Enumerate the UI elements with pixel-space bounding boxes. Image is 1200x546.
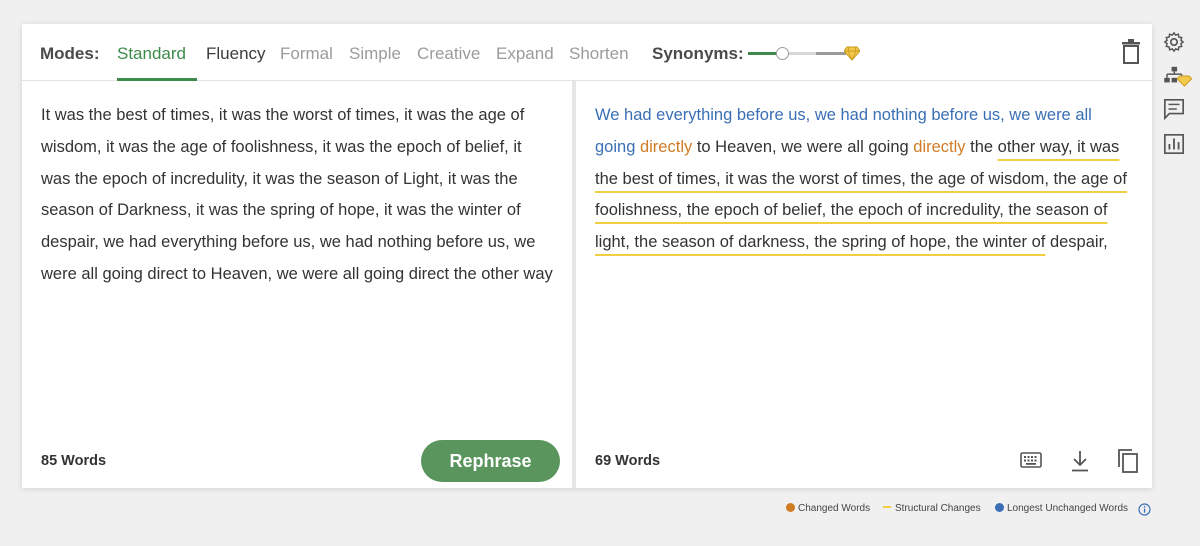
mode-fluency[interactable]: Fluency <box>206 44 266 64</box>
active-mode-underline <box>117 78 197 81</box>
slider-thumb[interactable] <box>776 47 789 60</box>
output-segment-normal: to Heaven, we were all going <box>692 137 914 156</box>
output-text-area[interactable]: We had everything before us, we had noth… <box>595 100 1135 259</box>
output-segment-normal: the <box>965 137 998 156</box>
keyboard-icon[interactable] <box>1020 452 1042 468</box>
rephrase-button[interactable]: Rephrase <box>421 440 560 482</box>
legend-longest-dot <box>995 503 1004 512</box>
mode-shorten[interactable]: Shorten <box>569 44 629 64</box>
comment-icon[interactable] <box>1163 98 1185 120</box>
mode-creative[interactable]: Creative <box>417 44 480 64</box>
legend-changed-dot <box>786 503 795 512</box>
synonyms-slider[interactable] <box>748 45 860 63</box>
legend-longest: Longest Unchanged Words <box>995 503 1128 514</box>
modes-label: Modes: <box>40 44 100 63</box>
modes-bar: Modes: Standard Fluency Formal Simple Cr… <box>22 24 1152 81</box>
download-icon[interactable] <box>1071 450 1089 472</box>
legend-changed-label: Changed Words <box>798 503 871 514</box>
mode-standard[interactable]: Standard <box>117 44 186 64</box>
bar-chart-icon[interactable] <box>1163 133 1185 155</box>
gear-icon[interactable] <box>1163 31 1185 53</box>
info-icon[interactable] <box>1138 503 1151 516</box>
mode-formal[interactable]: Formal <box>280 44 333 64</box>
legend-changed: Changed Words <box>786 503 870 514</box>
hierarchy-premium-icon[interactable] <box>1163 65 1193 87</box>
mode-simple[interactable]: Simple <box>349 44 401 64</box>
synonyms-label: Synonyms: <box>652 44 744 63</box>
legend-structural-label: Structural Changes <box>895 503 981 514</box>
trash-icon[interactable] <box>1120 39 1142 65</box>
input-word-count: 85 Words <box>41 453 107 469</box>
legend-longest-label: Longest Unchanged Words <box>1007 503 1129 514</box>
legend-structural: Structural Changes <box>883 503 981 514</box>
mode-expand[interactable]: Expand <box>496 44 554 64</box>
input-text-area[interactable]: It was the best of times, it was the wor… <box>41 100 553 291</box>
paraphraser-card: Modes: Standard Fluency Formal Simple Cr… <box>22 24 1152 488</box>
copy-icon[interactable] <box>1117 449 1139 473</box>
pane-divider[interactable] <box>572 81 576 488</box>
output-segment-changed[interactable]: directly <box>913 138 965 156</box>
premium-gem-icon <box>844 46 860 61</box>
output-word-count: 69 Words <box>595 453 661 469</box>
output-segment-normal: despair, <box>1045 233 1108 252</box>
legend-structural-dash <box>883 506 891 508</box>
slider-track-premium <box>816 52 846 55</box>
output-segment-changed[interactable]: directly <box>640 138 692 156</box>
